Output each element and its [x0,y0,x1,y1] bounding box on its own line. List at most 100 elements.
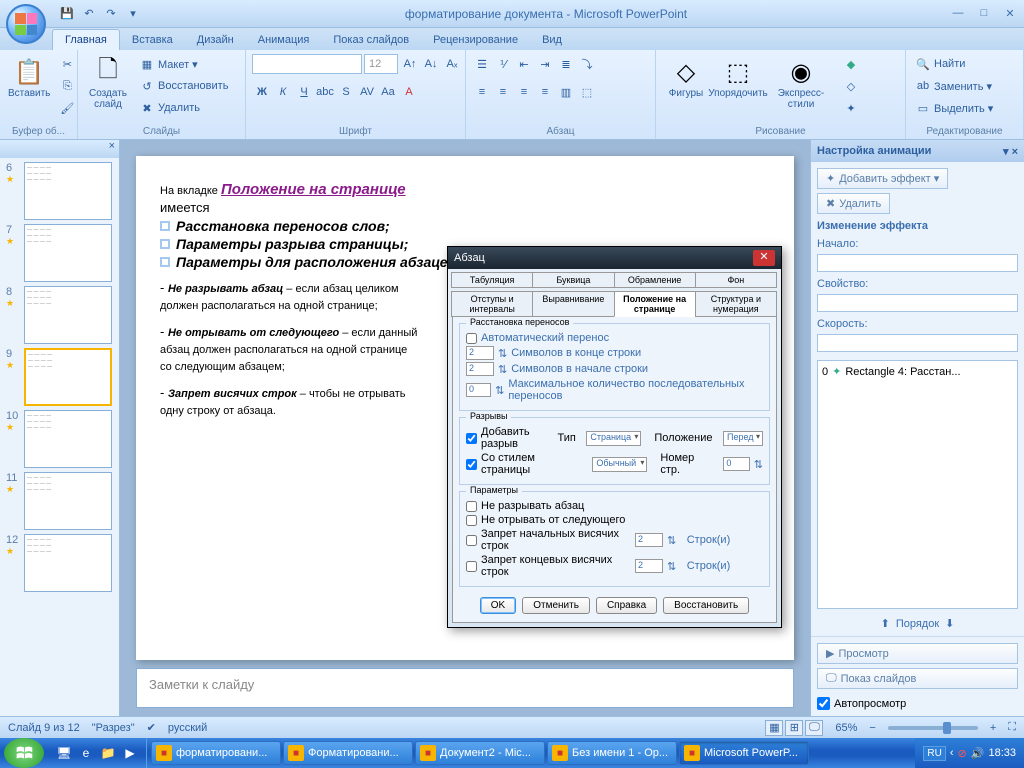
auto-hyphen-checkbox[interactable] [466,333,477,344]
ql-explorer-icon[interactable]: 📁 [98,743,118,763]
chevron-down-icon[interactable]: ▾ [1003,146,1009,158]
dlg-restore-button[interactable]: Восстановить [663,597,749,614]
shape-effects-button[interactable]: ✦ [840,98,862,118]
shadow-button[interactable]: S [336,82,356,102]
smartart-icon[interactable]: ⬚ [577,82,597,102]
add-break-checkbox[interactable] [466,433,477,444]
autopreview-checkbox[interactable] [817,697,830,710]
dlg-tab-active[interactable]: Положение на странице [614,291,696,317]
maximize-icon[interactable]: □ [976,7,992,20]
find-button[interactable]: 🔍Найти [912,54,996,74]
replace-button[interactable]: abЗаменить ▾ [912,76,996,96]
reorder-down-icon[interactable]: ⬇ [945,617,954,630]
normal-view-icon[interactable]: ▦ [765,720,783,736]
language-indicator[interactable]: RU [923,746,945,761]
slide-thumbnail[interactable]: 8★— — — —— — — —— — — — [6,286,113,344]
tab-animations[interactable]: Анимация [246,30,322,50]
font-color-button[interactable]: A [399,82,419,102]
dlg-help-button[interactable]: Справка [596,597,657,614]
shape-fill-button[interactable]: ◆ [840,54,862,74]
taskbar-app-button[interactable]: ■Microsoft PowerP... [679,741,809,765]
fit-slide-icon[interactable]: ⛶ [1008,721,1016,734]
slide-thumbnail[interactable]: 12★— — — —— — — —— — — — [6,534,113,592]
tab-view[interactable]: Вид [530,30,574,50]
dlg-tab[interactable]: Табуляция [451,272,533,288]
tray-chevron-icon[interactable]: ‹ [950,747,954,759]
zoom-out-icon[interactable]: − [869,722,875,734]
sorter-view-icon[interactable]: ⊞ [785,720,803,736]
zoom-slider[interactable] [888,726,978,730]
dlg-tab[interactable]: Структура и нумерация [695,291,777,317]
effect-list[interactable]: 0 ✦ Rectangle 4: Расстан... [817,360,1018,609]
close-pane-icon[interactable]: × [109,140,115,158]
line-spacing-icon[interactable]: ≣ [556,54,576,74]
minimize-icon[interactable]: — [950,7,966,20]
grow-font-icon[interactable]: A↑ [400,54,420,74]
tray-security-icon[interactable]: ⊘ [958,747,967,760]
format-painter-button[interactable]: 🖌 [56,98,78,118]
speed-select[interactable] [817,334,1018,352]
ql-media-icon[interactable]: ▶ [120,743,140,763]
slide-thumbnail[interactable]: 11★— — — —— — — —— — — — [6,472,113,530]
taskbar-app-button[interactable]: ■форматировани... [151,741,281,765]
qat-more-icon[interactable]: ▾ [124,5,142,23]
italic-button[interactable]: К [273,82,293,102]
bullets-icon[interactable]: ☰ [472,54,492,74]
position-select[interactable]: Перед [723,431,763,446]
align-center-icon[interactable]: ≡ [493,82,513,102]
char-spacing-button[interactable]: AV [357,82,377,102]
tab-design[interactable]: Дизайн [185,30,246,50]
qat-save-icon[interactable]: 💾 [58,5,76,23]
qat-undo-icon[interactable]: ↶ [80,5,98,23]
slide-thumbnail[interactable]: 9★— — — —— — — —— — — — [6,348,113,406]
select-button[interactable]: ▭Выделить ▾ [912,98,996,118]
dlg-tab[interactable]: Выравнивание [532,291,614,317]
copy-button[interactable]: ⎘ [56,76,78,96]
shapes-button[interactable]: ◇Фигуры [662,54,710,101]
justify-icon[interactable]: ≡ [535,82,555,102]
font-size-select[interactable]: 12 [364,54,398,74]
zoom-level[interactable]: 65% [835,722,857,734]
tab-review[interactable]: Рецензирование [421,30,530,50]
effect-item[interactable]: 0 ✦ Rectangle 4: Расстан... [820,363,1015,380]
slide-thumbnail[interactable]: 6★— — — —— — — —— — — — [6,162,113,220]
tab-insert[interactable]: Вставка [120,30,185,50]
ql-desktop-icon[interactable]: 🖥 [54,743,74,763]
clear-format-icon[interactable]: Aₓ [442,54,462,74]
slideshow-view-icon[interactable]: 🖵 [805,720,823,736]
text-dir-icon[interactable]: ⤵ [577,54,597,74]
font-family-select[interactable] [252,54,362,74]
arrange-button[interactable]: ⬚Упорядочить [714,54,762,101]
dec-indent-icon[interactable]: ⇤ [514,54,534,74]
spin-input[interactable]: 0 [466,383,491,397]
widow-checkbox[interactable] [466,561,477,572]
strike-button[interactable]: abc [315,82,335,102]
start-button[interactable] [4,738,44,768]
align-left-icon[interactable]: ≡ [472,82,492,102]
taskbar-app-button[interactable]: ■Без имени 1 - Op... [547,741,677,765]
align-right-icon[interactable]: ≡ [514,82,534,102]
reset-button[interactable]: ↺Восстановить [136,76,231,96]
columns-icon[interactable]: ▥ [556,82,576,102]
close-anim-pane-icon[interactable]: × [1012,146,1018,158]
dlg-tab[interactable]: Фон [695,272,777,288]
remove-effect-button[interactable]: ✖Удалить [817,193,890,214]
paste-button[interactable]: 📋 Вставить [6,54,52,101]
language[interactable]: русский [168,722,207,734]
tray-volume-icon[interactable]: 🔊 [971,747,985,760]
spin-input[interactable]: 2 [466,362,494,376]
dlg-tab[interactable]: Буквица [532,272,614,288]
spin-input[interactable]: 2 [466,346,494,360]
dlg-tab[interactable]: Отступы и интервалы [451,291,533,317]
tab-slideshow[interactable]: Показ слайдов [321,30,421,50]
preview-button[interactable]: ▶Просмотр [817,643,1018,664]
qat-redo-icon[interactable]: ↷ [102,5,120,23]
spellcheck-icon[interactable]: ✔ [147,721,156,734]
new-slide-button[interactable]: 🗋 Создать слайд [84,54,132,112]
numbering-icon[interactable]: ⅟ [493,54,513,74]
taskbar-app-button[interactable]: ■Форматировани... [283,741,413,765]
taskbar-app-button[interactable]: ■Документ2 - Mic... [415,741,545,765]
cut-button[interactable]: ✂ [56,54,78,74]
style-select[interactable]: Обычный [592,457,647,472]
change-case-button[interactable]: Aa [378,82,398,102]
